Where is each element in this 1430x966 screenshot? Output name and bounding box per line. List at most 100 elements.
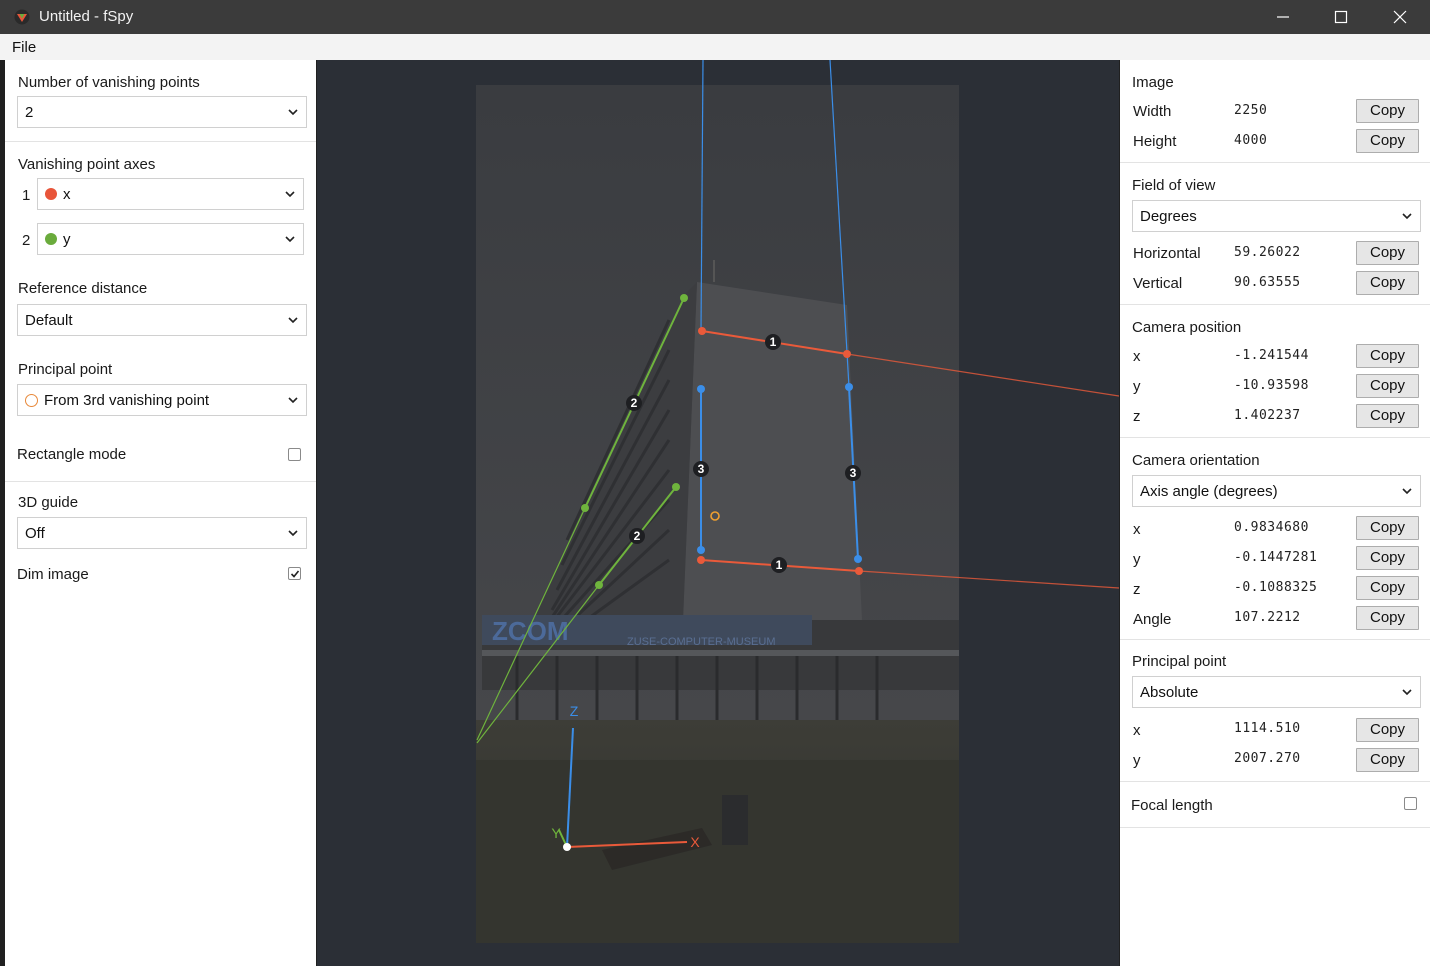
window-title: Untitled - fSpy [39,8,134,25]
segment-label-y-2: 2 [634,529,641,543]
vp-count-value: 2 [25,104,34,121]
image-viewport[interactable]: ZCOM ZUSE-COMPUTER-MUSEUM 1 1 2 2 3 3 Z … [317,60,1119,966]
fov-section-title: Field of view [1132,177,1216,194]
focal-length-section: Focal length [1120,782,1430,828]
svg-text:ZUSE-COMPUTER-MUSEUM: ZUSE-COMPUTER-MUSEUM [627,636,776,648]
x-control-point[interactable] [855,567,863,575]
camera-position-section: Camera position x -1.241544 Copy y -10.9… [1120,305,1430,438]
axis-label-z: Z [570,703,579,719]
close-button[interactable] [1371,0,1429,34]
copy-width-button[interactable]: Copy [1356,99,1419,123]
z-control-point[interactable] [697,385,705,393]
vp-count-select[interactable]: 2 [17,96,307,128]
y-control-point[interactable] [680,294,688,302]
copy-fov-vertical-button[interactable]: Copy [1356,271,1419,295]
orient-x-label: x [1133,521,1141,538]
orient-y-label: y [1133,551,1141,568]
guide-3d-select[interactable]: Off [17,517,307,549]
x-control-point[interactable] [698,327,706,335]
svg-text:ZCOM: ZCOM [492,616,569,646]
principal-point-ring-icon [25,394,38,407]
pp-x-value: 1114.510 [1234,721,1301,736]
chevron-down-icon [285,236,295,243]
maximize-button[interactable] [1312,0,1370,34]
chevron-down-icon [1402,488,1412,495]
rectangle-mode-label: Rectangle mode [17,446,127,463]
principal-point-value: From 3rd vanishing point [25,392,209,409]
vp-settings-section: Vanishing point axes 1 x 2 y Reference d… [5,142,316,482]
menu-bar: File [0,34,1430,60]
y-control-point[interactable] [595,581,603,589]
left-settings-panel: Number of vanishing points 2 Vanishing p… [5,60,316,966]
dim-image-checkbox[interactable] [288,567,301,580]
fov-unit-value: Degrees [1140,208,1197,225]
chevron-down-icon [1402,213,1412,220]
axis-label-x: X [690,834,700,850]
fov-unit-select[interactable]: Degrees [1132,200,1421,232]
copy-cam-pos-x-button[interactable]: Copy [1356,344,1419,368]
guide-3d-label: 3D guide [18,494,79,511]
vp-count-label: Number of vanishing points [18,74,200,91]
ref-distance-label: Reference distance [18,280,148,297]
copy-cam-pos-z-button[interactable]: Copy [1356,404,1419,428]
fspy-logo-icon [14,9,30,25]
y-control-point[interactable] [581,504,589,512]
orient-y-value: -0.1447281 [1234,550,1318,565]
vp1-axis-select[interactable]: x [37,178,304,210]
copy-orient-x-button[interactable]: Copy [1356,516,1419,540]
segment-label-z-2: 3 [850,466,857,480]
principal-point-mode-select[interactable]: Absolute [1132,676,1421,708]
principal-point-select[interactable]: From 3rd vanishing point [17,384,307,416]
fov-section: Field of view Degrees Horizontal 59.2602… [1120,163,1430,305]
camera-position-title: Camera position [1132,319,1242,336]
principal-point-label: Principal point [18,361,113,378]
copy-pp-x-button[interactable]: Copy [1356,718,1419,742]
title-bar: Untitled - fSpy [0,0,1430,34]
copy-pp-y-button[interactable]: Copy [1356,748,1419,772]
copy-orient-y-button[interactable]: Copy [1356,546,1419,570]
x-control-point[interactable] [697,556,705,564]
copy-orient-z-button[interactable]: Copy [1356,576,1419,600]
x-control-point[interactable] [843,350,851,358]
chevron-down-icon [288,397,298,404]
chevron-down-icon [285,191,295,198]
segment-label-x-2: 1 [776,558,783,572]
checkmark-icon [290,570,300,578]
principal-point-mode-value: Absolute [1140,684,1199,701]
focal-length-checkbox[interactable] [1404,797,1417,810]
z-control-point[interactable] [854,555,862,563]
chevron-down-icon [288,530,298,537]
rectangle-mode-checkbox[interactable] [288,448,301,461]
x-axis-color-dot [45,188,57,200]
viewport-canvas: ZCOM ZUSE-COMPUTER-MUSEUM 1 1 2 2 3 3 Z … [476,60,1119,943]
copy-orient-angle-button[interactable]: Copy [1356,606,1419,630]
pp-y-value: 2007.270 [1234,751,1301,766]
image-height-label: Height [1133,133,1177,150]
orientation-mode-select[interactable]: Axis angle (degrees) [1132,475,1421,507]
guide-3d-value: Off [25,525,45,542]
close-icon [1393,10,1407,24]
origin-point[interactable] [563,843,571,851]
image-width-value: 2250 [1234,103,1268,118]
menu-file[interactable]: File [12,39,36,56]
image-section: Image Width 2250 Copy Height 4000 Copy [1120,60,1430,163]
vp1-axis-text: x [63,186,71,203]
copy-fov-horizontal-button[interactable]: Copy [1356,241,1419,265]
vp2-axis-text: y [63,231,71,248]
cam-pos-z-value: 1.402237 [1234,408,1301,423]
segment-label-z-1: 3 [698,462,705,476]
display-section: 3D guide Off Dim image [5,482,316,612]
y-control-point[interactable] [672,483,680,491]
fov-horizontal-label: Horizontal [1133,245,1201,262]
vp2-axis-select[interactable]: y [37,223,304,255]
z-control-point[interactable] [697,546,705,554]
ref-distance-select[interactable]: Default [17,304,307,336]
minimize-button[interactable] [1254,0,1312,34]
maximize-icon [1334,10,1348,24]
orient-z-value: -0.1088325 [1234,580,1318,595]
principal-point-title: Principal point [1132,653,1227,670]
z-control-point[interactable] [845,383,853,391]
copy-cam-pos-y-button[interactable]: Copy [1356,374,1419,398]
copy-height-button[interactable]: Copy [1356,129,1419,153]
camera-orientation-section: Camera orientation Axis angle (degrees) … [1120,438,1430,640]
